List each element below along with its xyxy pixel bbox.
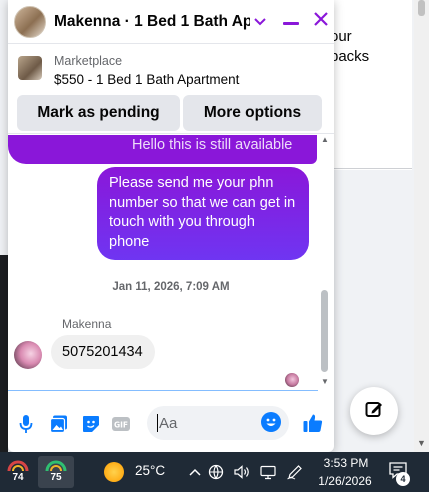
- minimize-button[interactable]: [280, 11, 302, 33]
- message-text: Hello this is still available: [132, 137, 293, 153]
- close-icon: [314, 12, 328, 31]
- sent-message-bubble[interactable]: Please send me your phn number so that w…: [97, 167, 309, 260]
- gif-icon[interactable]: GIF: [111, 414, 131, 434]
- more-options-button[interactable]: More options: [183, 95, 322, 131]
- taskbar-app-label: 74: [12, 471, 24, 483]
- new-message-button[interactable]: [350, 387, 398, 435]
- pen-icon[interactable]: [286, 463, 304, 481]
- weather-app-icon: [7, 460, 29, 472]
- minimize-icon: [283, 13, 299, 31]
- chat-window: Makenna · 1 Bed 1 Bath Ap... Marketplace…: [8, 0, 334, 452]
- taskbar-clock-time[interactable]: 3:53 PM: [318, 456, 374, 470]
- seen-indicator-avatar: [285, 373, 299, 387]
- received-message-bubble[interactable]: 5075201434: [51, 335, 155, 369]
- chat-title[interactable]: Makenna · 1 Bed 1 Bath Ap...: [54, 13, 250, 31]
- network-icon[interactable]: [207, 463, 225, 481]
- message-timestamp: Jan 11, 2026, 7:09 AM: [112, 281, 230, 293]
- mark-as-pending-button[interactable]: Mark as pending: [17, 95, 180, 131]
- close-button[interactable]: [310, 11, 332, 33]
- chevron-up-icon[interactable]: [186, 463, 204, 481]
- background-text: backs: [330, 48, 370, 65]
- chat-header[interactable]: Makenna · 1 Bed 1 Bath Ap...: [8, 0, 334, 44]
- background-card: [322, 0, 412, 170]
- weather-app-icon: [45, 460, 67, 472]
- taskbar-app[interactable]: 74: [0, 456, 36, 488]
- listing-title[interactable]: $550 - 1 Bed 1 Bath Apartment: [54, 72, 239, 87]
- composer: GIF: [8, 392, 334, 452]
- taskbar-temperature[interactable]: 25°C: [135, 463, 165, 478]
- thumbs-up-icon[interactable]: [302, 412, 324, 434]
- notification-count-badge: 4: [396, 472, 410, 486]
- avatar[interactable]: [14, 341, 42, 369]
- taskbar-app-label: 75: [50, 471, 62, 483]
- scroll-down-icon[interactable]: ▼: [321, 377, 329, 386]
- sent-message-bubble[interactable]: Hello this is still available: [8, 135, 317, 164]
- svg-text:GIF: GIF: [114, 421, 128, 430]
- taskbar-app[interactable]: 75: [38, 456, 74, 488]
- display-icon[interactable]: [259, 463, 277, 481]
- page-scrollbar[interactable]: [414, 0, 429, 452]
- background-dark-strip: [0, 255, 8, 452]
- sender-name: Makenna: [62, 317, 112, 331]
- avatar[interactable]: [14, 5, 46, 38]
- text-caret: [157, 414, 158, 432]
- chat-scrollbar-thumb[interactable]: [321, 290, 328, 372]
- sun-icon[interactable]: [104, 462, 124, 482]
- photo-icon[interactable]: [49, 414, 69, 434]
- listing-thumbnail[interactable]: [18, 56, 42, 80]
- message-list[interactable]: Hello this is still available Please sen…: [8, 135, 334, 390]
- emoji-icon[interactable]: [261, 412, 281, 432]
- microphone-icon[interactable]: [16, 414, 36, 434]
- scroll-up-icon[interactable]: ▲: [321, 135, 329, 144]
- background-divider: [322, 168, 412, 169]
- page-scrollbar-thumb[interactable]: [418, 0, 425, 16]
- compose-icon: [364, 399, 384, 424]
- listing-source: Marketplace: [54, 54, 123, 68]
- sticker-icon[interactable]: [81, 414, 101, 434]
- marketplace-listing-bar: Marketplace $550 - 1 Bed 1 Bath Apartmen…: [8, 44, 334, 134]
- chevron-down-icon[interactable]: [252, 17, 268, 26]
- page-scroll-down-icon[interactable]: ▼: [417, 438, 426, 448]
- volume-icon[interactable]: [233, 463, 251, 481]
- taskbar-clock-date[interactable]: 1/26/2026: [312, 474, 378, 488]
- composer-divider: [8, 390, 318, 391]
